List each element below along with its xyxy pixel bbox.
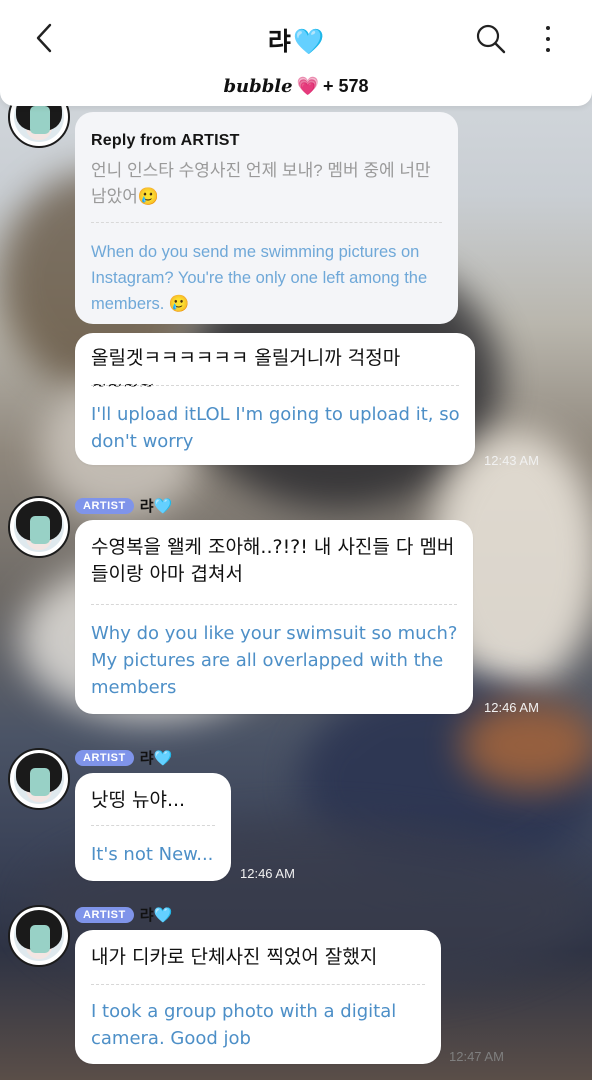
artist-badge: ARTIST bbox=[75, 749, 134, 766]
title-text: 랴 bbox=[267, 28, 291, 56]
message-bubble[interactable]: 수영복을 왤케 조아해..?!?! 내 사진들 다 멤버들이랑 아마 겹쳐서 W… bbox=[75, 520, 473, 714]
blue-heart-icon: 🩵 bbox=[153, 907, 173, 924]
message-english-text: Why do you like your swimsuit so much? M… bbox=[91, 623, 458, 698]
search-button[interactable] bbox=[474, 22, 508, 56]
artist-name: 랴🩵 bbox=[139, 750, 173, 767]
message-bubble[interactable]: 내가 디카로 단체사진 찍었어 잘했지 I took a group photo… bbox=[75, 930, 441, 1064]
message-korean-text: 낫띵 뉴야... bbox=[91, 789, 186, 811]
title-heart-icon: 🩵 bbox=[292, 28, 325, 56]
blue-heart-icon: 🩵 bbox=[153, 498, 173, 515]
artist-label: ARTIST 랴🩵 bbox=[75, 747, 172, 768]
message-time: 12:46 AM bbox=[240, 866, 295, 881]
message-time: 12:46 AM bbox=[484, 700, 539, 715]
more-options-button[interactable] bbox=[538, 22, 558, 56]
message-english-text: It's not New... bbox=[91, 844, 214, 865]
avatar[interactable] bbox=[8, 748, 70, 810]
brand-name: bubble bbox=[223, 76, 293, 97]
pink-heart-icon: 💗 bbox=[296, 76, 319, 96]
artist-label: ARTIST 랴🩵 bbox=[75, 904, 172, 925]
message-time: 12:43 AM bbox=[484, 453, 539, 468]
reply-korean-text: 언니 인스타 수영사진 언제 보내? 멤버 중에 너만 남았어🥲 bbox=[91, 161, 431, 206]
reply-divider bbox=[91, 222, 442, 223]
artist-name: 랴🩵 bbox=[139, 498, 173, 515]
chat-header: 랴🩵 bubble 💗 + 578 bbox=[0, 0, 592, 106]
artist-name: 랴🩵 bbox=[139, 907, 173, 924]
message-bubble[interactable]: 낫띵 뉴야... It's not New... bbox=[75, 773, 231, 881]
message-korean-text: 내가 디카로 단체사진 찍었어 잘했지 bbox=[91, 946, 378, 968]
message-english-text: I took a group photo with a digital came… bbox=[91, 1001, 397, 1049]
reply-english-text: When do you send me swimming pictures on… bbox=[91, 243, 428, 313]
artist-badge: ARTIST bbox=[75, 906, 134, 923]
search-icon bbox=[476, 24, 506, 54]
artist-label: ARTIST 랴🩵 bbox=[75, 495, 172, 516]
avatar[interactable] bbox=[8, 905, 70, 967]
message-english-text: I'll upload itLOL I'm going to upload it… bbox=[91, 404, 460, 452]
subscriber-info: bubble 💗 + 578 bbox=[0, 76, 592, 97]
avatar[interactable] bbox=[8, 496, 70, 558]
reply-heading: Reply from ARTIST bbox=[91, 132, 240, 149]
subscriber-count: + 578 bbox=[323, 76, 369, 96]
message-korean-text: 수영복을 왤케 조아해..?!?! 내 사진들 다 멤버들이랑 아마 겹쳐서 bbox=[91, 536, 455, 585]
blue-heart-icon: 🩵 bbox=[153, 750, 173, 767]
more-vertical-icon bbox=[546, 26, 550, 30]
artist-badge: ARTIST bbox=[75, 497, 134, 514]
message-time: 12:47 AM bbox=[449, 1049, 504, 1064]
reply-quote: Reply from ARTIST 언니 인스타 수영사진 언제 보내? 멤버 … bbox=[75, 112, 458, 324]
message-bubble[interactable]: 올릴겟ㅋㅋㅋㅋㅋㅋ 올릴거니까 걱정마~~~~ I'll upload itLO… bbox=[75, 333, 475, 465]
message-korean-text: 올릴겟ㅋㅋㅋㅋㅋㅋ 올릴거니까 걱정마~~~~ bbox=[91, 347, 401, 396]
